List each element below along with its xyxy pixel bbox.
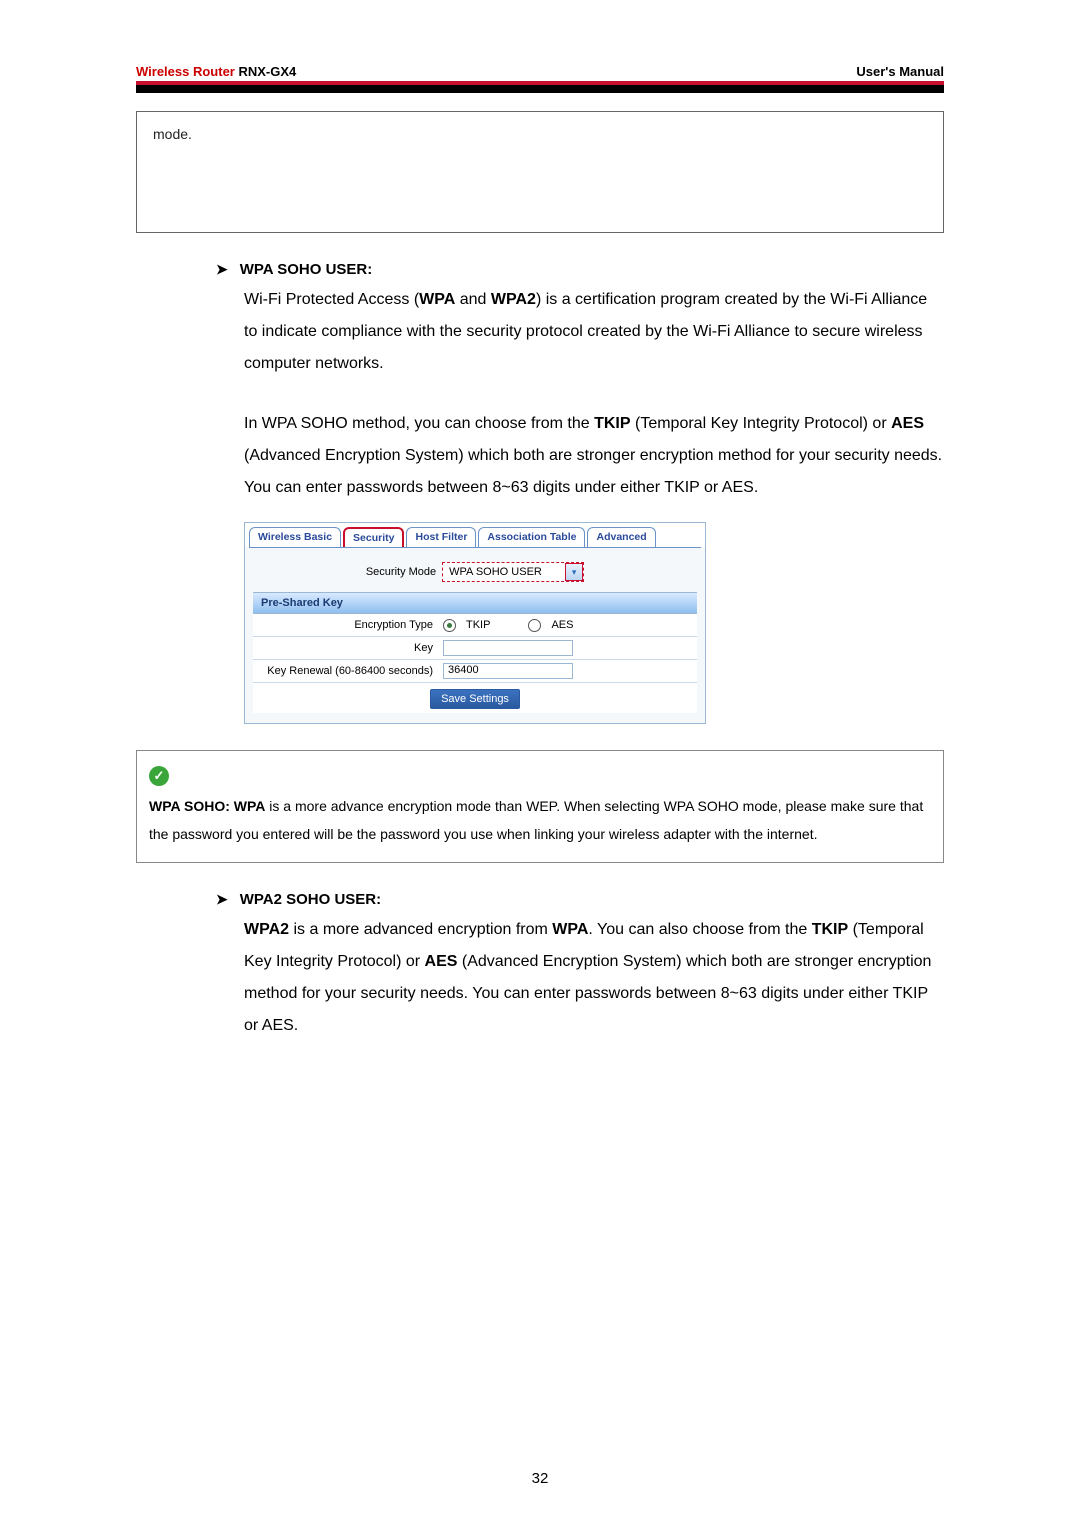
chevron-down-icon[interactable]: ▾ xyxy=(565,563,583,581)
radio-tkip[interactable] xyxy=(443,619,456,632)
check-icon: ✓ xyxy=(149,766,169,786)
arrow-right-icon: ➤ xyxy=(216,892,228,906)
tab-advanced[interactable]: Advanced xyxy=(587,527,655,547)
section-wpa-soho: ➤ WPA SOHO USER: Wi-Fi Protected Access … xyxy=(216,261,944,724)
section-body: WPA2 is a more advanced encryption from … xyxy=(244,914,944,1042)
tip-box: ✓ WPA SOHO: WPA is a more advance encryp… xyxy=(136,750,944,863)
section-body-1: Wi-Fi Protected Access (WPA and WPA2) is… xyxy=(244,284,944,380)
security-mode-select[interactable]: WPA SOHO USER ▾ xyxy=(442,562,584,582)
tab-security[interactable]: Security xyxy=(343,527,404,547)
security-mode-row: Security Mode WPA SOHO USER ▾ xyxy=(253,558,697,592)
model-name: RNX-GX4 xyxy=(238,64,296,79)
row-key: Key xyxy=(253,637,697,660)
section-body-2: In WPA SOHO method, you can choose from … xyxy=(244,408,944,504)
key-label: Key xyxy=(253,642,439,654)
tip-text: WPA SOHO: WPA is a more advance encrypti… xyxy=(149,792,931,848)
save-settings-button[interactable]: Save Settings xyxy=(430,689,520,709)
row-encryption-type: Encryption Type TKIP AES xyxy=(253,614,697,637)
continuation-box: mode. xyxy=(136,111,944,233)
header-left: Wireless Router RNX-GX4 xyxy=(136,64,296,79)
security-mode-value: WPA SOHO USER xyxy=(443,566,565,578)
radio-tkip-label: TKIP xyxy=(466,619,490,631)
section-title: WPA2 SOHO USER: xyxy=(240,891,381,908)
key-input[interactable] xyxy=(443,640,573,656)
tab-host-filter[interactable]: Host Filter xyxy=(406,527,476,547)
tab-strip: Wireless Basic Security Host Filter Asso… xyxy=(245,523,705,547)
section-title: WPA SOHO USER: xyxy=(240,261,373,278)
continuation-text: mode. xyxy=(153,126,192,142)
arrow-right-icon: ➤ xyxy=(216,262,228,276)
header-right: User's Manual xyxy=(856,64,944,79)
header-rule-black xyxy=(136,85,944,93)
radio-aes[interactable] xyxy=(528,619,541,632)
router-ui-screenshot: Wireless Basic Security Host Filter Asso… xyxy=(244,522,706,724)
security-mode-label: Security Mode xyxy=(366,566,436,578)
section-wpa2-soho: ➤ WPA2 SOHO USER: WPA2 is a more advance… xyxy=(216,891,944,1042)
psk-header: Pre-Shared Key xyxy=(253,592,697,614)
encryption-type-label: Encryption Type xyxy=(253,619,439,631)
page-header: Wireless Router RNX-GX4 User's Manual xyxy=(136,64,944,81)
radio-aes-label: AES xyxy=(551,619,573,631)
tab-wireless-basic[interactable]: Wireless Basic xyxy=(249,527,341,547)
brand-name: Wireless Router xyxy=(136,64,235,79)
key-renewal-label: Key Renewal (60-86400 seconds) xyxy=(253,665,439,677)
row-key-renewal: Key Renewal (60-86400 seconds) 36400 xyxy=(253,660,697,683)
tab-association-table[interactable]: Association Table xyxy=(478,527,585,547)
key-renewal-input[interactable]: 36400 xyxy=(443,663,573,679)
page-number: 32 xyxy=(0,1470,1080,1487)
